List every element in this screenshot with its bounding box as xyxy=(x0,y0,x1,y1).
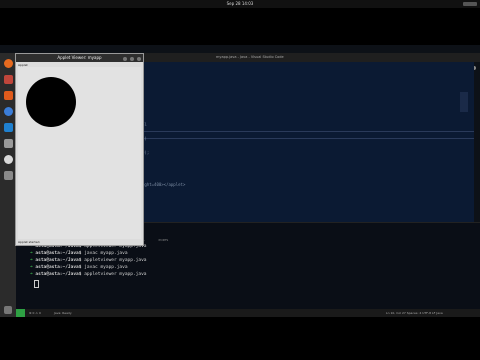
status-bar: ⊗ 0 ⚠ 0 Java: Ready Ln 10, Col 27 Spaces… xyxy=(16,309,480,317)
java-status[interactable]: Java: Ready xyxy=(54,309,72,317)
applet-close-button[interactable] xyxy=(137,57,141,61)
help-icon[interactable] xyxy=(4,107,13,116)
applet-maximize-button[interactable] xyxy=(130,57,134,61)
terminal-cursor xyxy=(34,280,39,288)
applet-minimize-button[interactable] xyxy=(123,57,127,61)
firefox-icon[interactable] xyxy=(4,59,13,68)
window-title: myapp.java - Java - Visual Studio Code xyxy=(216,55,284,59)
tab-ports[interactable]: PORTS xyxy=(159,238,169,242)
vscode-icon[interactable] xyxy=(4,123,13,132)
terminal-command: appletviewer myapp.java xyxy=(84,272,147,277)
remote-indicator-icon[interactable] xyxy=(16,309,25,317)
minimap[interactable] xyxy=(460,92,468,112)
code-line: ight=400></applet> xyxy=(142,182,186,187)
terminal-command: appletviewer myapp.java xyxy=(84,258,147,263)
settings-icon[interactable] xyxy=(4,139,13,148)
current-line-highlight xyxy=(142,131,474,139)
applet-title: Applet Viewer: myapp xyxy=(57,55,102,60)
terminal-command: javac myapp.java xyxy=(84,251,128,256)
trash-icon[interactable] xyxy=(4,171,13,180)
applet-window-controls xyxy=(120,56,141,64)
terminal-prompt: asta@asta:~/Java$ xyxy=(35,251,82,256)
terminal-line: ➜ asta@asta:~/Java$ appletviewer myapp.j… xyxy=(30,272,147,277)
clock[interactable]: Sep 28 14:03 xyxy=(0,0,480,8)
terminal-line: ➜ asta@asta:~/Java$ javac myapp.java xyxy=(30,265,128,270)
applet-canvas xyxy=(18,67,141,239)
terminal-line: ➜ asta@asta:~/Java$ javac myapp.java xyxy=(30,251,128,256)
system-top-bar: Sep 28 14:03 xyxy=(0,0,480,8)
filled-circle xyxy=(26,77,76,127)
applet-title-bar[interactable]: Applet Viewer: myapp xyxy=(16,54,143,62)
system-tray[interactable] xyxy=(463,2,477,6)
disc-icon[interactable] xyxy=(4,155,13,164)
applet-status: Applet started. xyxy=(18,240,41,244)
software-center-icon[interactable] xyxy=(4,91,13,100)
applet-viewer-window: Applet Viewer: myapp Applet Applet start… xyxy=(15,53,144,246)
terminal-command: javac myapp.java xyxy=(84,265,128,270)
show-apps-icon[interactable] xyxy=(4,306,12,314)
code-editor[interactable]: al g) 0); ight=400></applet> xyxy=(142,62,474,222)
files-icon[interactable] xyxy=(4,75,13,84)
editor-status[interactable]: Ln 10, Col 27 Spaces: 4 UTF-8 LF Java xyxy=(386,309,443,317)
terminal-prompt: asta@asta:~/Java$ xyxy=(35,265,82,270)
dock xyxy=(0,53,16,317)
terminal-prompt: asta@asta:~/Java$ xyxy=(35,258,82,263)
problems-count[interactable]: ⊗ 0 ⚠ 0 xyxy=(29,309,41,317)
desktop: myapp.java - Java - Visual Studio Code a… xyxy=(0,45,480,317)
terminal-prompt: asta@asta:~/Java$ xyxy=(35,272,82,277)
terminal-line: ➜ asta@asta:~/Java$ appletviewer myapp.j… xyxy=(30,258,147,263)
